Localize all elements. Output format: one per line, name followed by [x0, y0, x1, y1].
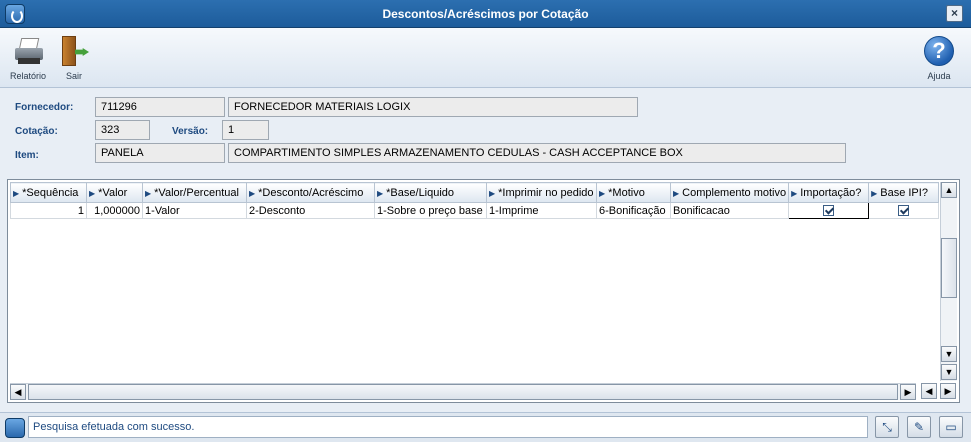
- grid-nav-buttons: ◀ ▶: [921, 383, 957, 400]
- scroll-down-button[interactable]: ▼: [941, 346, 957, 362]
- vertical-scroll-thumb[interactable]: [941, 238, 957, 298]
- grid-prev-button[interactable]: ◀: [921, 383, 937, 399]
- cell-imprimir[interactable]: 1-Imprime: [486, 202, 597, 219]
- item-desc-field[interactable]: COMPARTIMENTO SIMPLES ARMAZENAMENTO CEDU…: [228, 143, 846, 163]
- expand-arrows-icon: ⤡: [882, 420, 892, 434]
- expand-button[interactable]: ⤡: [875, 416, 899, 438]
- close-button[interactable]: ×: [946, 5, 963, 22]
- report-label: Relatório: [9, 71, 47, 81]
- status-logo-icon: [5, 418, 25, 438]
- printer-icon: [11, 34, 45, 68]
- base-ipi-checkbox[interactable]: [898, 205, 910, 217]
- versao-field[interactable]: 1: [222, 120, 269, 140]
- fornecedor-label: Fornecedor:: [15, 102, 74, 113]
- scroll-right-button[interactable]: ▶: [900, 384, 916, 400]
- cell-base-ipi[interactable]: [868, 202, 940, 219]
- vertical-scrollbar[interactable]: ▲ ▼ ▼: [940, 182, 957, 381]
- chat-icon: ▭: [945, 420, 957, 434]
- status-bar: Pesquisa efetuada com sucesso. ⤡ ✎ ▭: [0, 412, 971, 442]
- grid-next-button[interactable]: ▶: [940, 383, 956, 399]
- scroll-up-button[interactable]: ▲: [941, 182, 957, 198]
- col-header-importacao[interactable]: ▶ Importação?: [788, 182, 870, 203]
- scroll-left-button[interactable]: ◀: [10, 384, 26, 400]
- report-button[interactable]: Relatório: [4, 32, 52, 84]
- window-title: Descontos/Acréscimos por Cotação: [382, 7, 589, 21]
- chat-button[interactable]: ▭: [939, 416, 963, 438]
- importacao-checkbox[interactable]: [823, 205, 835, 217]
- exit-door-icon: [57, 34, 91, 68]
- cell-importacao[interactable]: [788, 202, 870, 219]
- cotacao-label: Cotação:: [15, 126, 58, 137]
- scroll-end-button[interactable]: ▼: [941, 364, 957, 380]
- item-label: Item:: [15, 150, 39, 161]
- col-header-complemento[interactable]: ▶ Complemento motivo: [669, 182, 790, 203]
- cell-desconto-acrescimo[interactable]: 2-Desconto: [246, 202, 375, 219]
- tools-icon: ✎: [913, 420, 925, 434]
- help-icon: ?: [922, 34, 956, 68]
- cell-sequencia[interactable]: 1: [10, 202, 87, 219]
- item-code-field[interactable]: PANELA: [95, 143, 225, 163]
- col-header-base-liquido[interactable]: ▶ *Base/Liquido: [374, 182, 487, 203]
- grid-header-row: ▶ *Sequência ▶ *Valor ▶ *Valor/Percentual ▶…: [10, 182, 940, 203]
- cell-valor[interactable]: 1,000000: [86, 202, 143, 219]
- help-label: Ajuda: [927, 71, 951, 81]
- col-header-imprimir[interactable]: ▶ *Imprimir no pedido: [486, 182, 597, 203]
- horizontal-scrollbar[interactable]: ◀ ▶: [10, 383, 916, 400]
- cell-motivo[interactable]: 6-Bonificação: [596, 202, 671, 219]
- fornecedor-name-field[interactable]: FORNECEDOR MATERIAIS LOGIX: [228, 97, 638, 117]
- fornecedor-code-field[interactable]: 711296: [95, 97, 225, 117]
- cell-base-liquido[interactable]: 1-Sobre o preço base: [374, 202, 487, 219]
- col-header-desconto-acrescimo[interactable]: ▶ *Desconto/Acréscimo: [246, 182, 375, 203]
- status-message: Pesquisa efetuada com sucesso.: [28, 416, 868, 438]
- title-bar: Descontos/Acréscimos por Cotação ×: [0, 0, 971, 28]
- versao-label: Versão:: [172, 126, 209, 137]
- help-button[interactable]: ? Ajuda: [915, 32, 963, 84]
- cell-complemento[interactable]: Bonificacao: [669, 202, 790, 219]
- exit-button[interactable]: Sair: [50, 32, 98, 84]
- exit-label: Sair: [65, 71, 82, 81]
- table-row[interactable]: 1 1,000000 1-Valor 2-Desconto 1-Sobre o …: [10, 202, 940, 219]
- toolbar: Relatório Sair ? Ajuda: [0, 28, 971, 88]
- tools-button[interactable]: ✎: [907, 416, 931, 438]
- col-header-valor[interactable]: ▶ *Valor: [86, 182, 143, 203]
- col-header-base-ipi[interactable]: ▶ Base IPI?: [868, 182, 940, 203]
- grid-table: ▶ *Sequência ▶ *Valor ▶ *Valor/Percentual ▶…: [10, 182, 940, 219]
- discounts-grid[interactable]: ▶ *Sequência ▶ *Valor ▶ *Valor/Percentual ▶…: [7, 179, 960, 403]
- col-header-valor-percentual[interactable]: ▶ *Valor/Percentual: [142, 182, 247, 203]
- horizontal-scroll-thumb[interactable]: [28, 384, 898, 400]
- col-header-motivo[interactable]: ▶ *Motivo: [596, 182, 671, 203]
- cotacao-field[interactable]: 323: [95, 120, 150, 140]
- col-header-sequencia[interactable]: ▶ *Sequência: [10, 182, 87, 203]
- cell-valor-percentual[interactable]: 1-Valor: [142, 202, 247, 219]
